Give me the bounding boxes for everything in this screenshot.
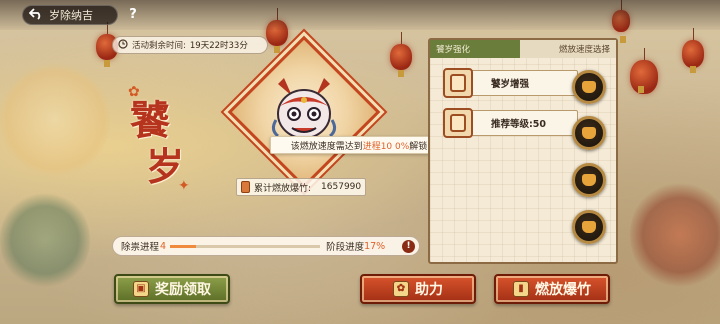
progress-label: 除祟进程 xyxy=(121,242,160,253)
scroll-badge-icon xyxy=(443,108,473,138)
sparkle-icon: ✦ xyxy=(178,178,190,194)
background-flower-decor xyxy=(0,60,110,180)
clock-icon xyxy=(118,38,128,52)
background-flower-decor xyxy=(630,180,720,290)
gift-icon: ▣ xyxy=(133,281,149,297)
panel-tabs: 饕岁强化 燃放速度选择 xyxy=(430,40,616,58)
tooltip-suffix: 解锁 xyxy=(409,141,428,152)
assist-button[interactable]: ✿ 助力 xyxy=(360,274,476,304)
claim-reward-label: 奖励领取 xyxy=(155,282,211,298)
timer-value: 19天22时33分 xyxy=(189,41,248,51)
scroll-badge-icon xyxy=(443,68,473,98)
page-title: 岁除纳吉 xyxy=(49,9,93,22)
activity-timer: 活动剩余时间: 19天22时33分 xyxy=(112,36,268,54)
firecracker-counter: 累计燃放爆竹: 1657990 xyxy=(236,178,366,196)
list-item[interactable]: 推荐等级:50 xyxy=(443,108,578,138)
help-button[interactable]: ? xyxy=(124,6,142,24)
stage-progress-value: 17% xyxy=(364,240,386,252)
speed-option-button[interactable] xyxy=(572,163,606,197)
progress-value: 4 xyxy=(160,240,167,252)
timer-label: 活动剩余时间: xyxy=(132,41,186,51)
top-bar: 岁除纳吉 ? xyxy=(0,0,720,30)
pouch-icon xyxy=(582,81,596,93)
stage-progress-label: 阶段进度 xyxy=(326,242,365,253)
pouch-icon xyxy=(582,174,596,186)
firecracker-value: 1657990 xyxy=(321,182,362,192)
firecracker-icon xyxy=(241,181,250,193)
speed-option-button[interactable] xyxy=(572,116,606,150)
set-off-firecrackers-label: 燃放爆竹 xyxy=(535,282,591,298)
lantern-decor xyxy=(682,28,704,73)
tooltip-highlight: 进程10 0% xyxy=(362,141,410,152)
tooltip-prefix: 该燃放速度需达到 xyxy=(290,141,363,152)
list-item-label: 饕岁增强 xyxy=(491,79,530,90)
firecracker-label: 累计燃放爆竹: xyxy=(254,183,312,194)
list-item[interactable]: 饕岁增强 xyxy=(443,68,578,98)
back-button[interactable]: 岁除纳吉 xyxy=(22,5,118,25)
progress-bar-fill xyxy=(170,244,196,248)
lantern-decor xyxy=(390,32,412,77)
progress-bar xyxy=(170,244,321,248)
progress-panel: 除祟进程 4 阶段进度 17% ! xyxy=(112,236,420,256)
activity-title: ✿ 饕 岁 ✦ xyxy=(122,82,192,202)
claim-reward-button[interactable]: ▣ 奖励领取 xyxy=(114,274,230,304)
lantern-decor xyxy=(630,48,658,94)
list-item-label: 推荐等级:50 xyxy=(491,119,547,130)
assist-label: 助力 xyxy=(415,282,443,298)
pouch-icon xyxy=(582,221,596,233)
unlock-tooltip: 该燃放速度需达到 进程10 0% 解锁 xyxy=(270,136,448,154)
speed-option-button[interactable] xyxy=(572,70,606,104)
tab-speed-select[interactable]: 燃放速度选择 xyxy=(520,40,616,58)
flower-icon: ✿ xyxy=(393,281,409,297)
firecracker-icon: ▮ xyxy=(513,281,529,297)
background-flower-decor xyxy=(0,190,90,290)
info-icon[interactable]: ! xyxy=(402,240,415,253)
speed-option-button[interactable] xyxy=(572,210,606,244)
beast-medallion xyxy=(222,35,382,189)
return-arrow-icon xyxy=(28,7,43,23)
tab-beast-enhance[interactable]: 饕岁强化 xyxy=(430,40,520,58)
set-off-firecrackers-button[interactable]: ▮ 燃放爆竹 xyxy=(494,274,610,304)
pouch-icon xyxy=(582,127,596,139)
